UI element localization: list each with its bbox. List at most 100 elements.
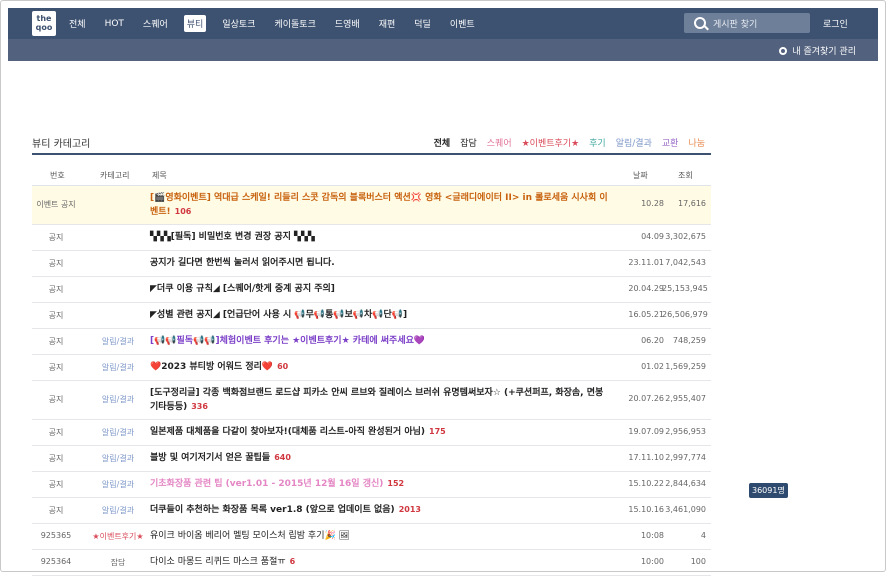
comment-count[interactable]: 640	[274, 453, 291, 462]
post-date: 20.04.29	[628, 283, 664, 293]
login-link[interactable]: 로그인	[823, 17, 848, 30]
post-date: 16.05.21	[628, 309, 664, 319]
category-filter[interactable]: 후기	[589, 136, 606, 149]
row-category[interactable]: 잡담	[88, 557, 148, 568]
row-number: 공지	[48, 453, 64, 463]
nav-item[interactable]: 이벤트	[447, 15, 478, 32]
comment-count[interactable]: 175	[429, 427, 446, 436]
table-row[interactable]: 공지 ◤더쿠 이용 규칙◢ [스퀘어/핫게 중계 공지 주의] 20.04.29 25…	[32, 277, 711, 303]
post-title-link[interactable]: 유이크 바이옴 베리어 멜팅 모이스처 립밤 후기🎉 🖼	[150, 529, 614, 543]
comment-count[interactable]: 152	[387, 479, 404, 488]
post-title-link[interactable]: ◤성별 관련 공지◢ [언급단어 사용 시 📢무📢통📢보📢차📢단📢]	[150, 308, 614, 322]
nav-item[interactable]: 전체	[66, 15, 89, 32]
post-title-link[interactable]: ▚▚▚[필독] 비밀번호 변경 권장 공지 ▚▚▚	[150, 230, 614, 244]
row-category[interactable]: ★이벤트후기★	[88, 531, 148, 542]
nav-item[interactable]: 일상토크	[219, 15, 258, 32]
table-row[interactable]: 이벤트 공지 [🎬영화이벤트] 역대급 스케일! 리들리 스콧 감독의 블록버스터…	[32, 186, 711, 225]
table-row[interactable]: 공지 알림/결과 [도구정리글] 각종 백화점브랜드 로드샵 피카소 안씨 르브와 …	[32, 381, 711, 420]
post-title: 일본제품 대체품을 다같이 찾아보자!(대체품 리스트-아직 완성된거 아님)	[150, 427, 425, 437]
table-row[interactable]: 공지 알림/결과 블방 및 여기저기서 얻은 꿀팁들 640 17.11.10 2,997…	[32, 446, 711, 472]
category-filter[interactable]: ★이벤트후기★	[522, 136, 580, 149]
post-date: 17.11.10	[628, 452, 664, 462]
row-category[interactable]: 알림/결과	[88, 394, 148, 405]
online-count-badge: 36091명	[749, 483, 788, 498]
post-title-link[interactable]: 블방 및 여기저기서 얻은 꿀팁들 640	[150, 451, 614, 465]
row-number: 공지	[48, 232, 64, 242]
post-title-link[interactable]: 공지가 길다면 한번씩 눌러서 읽어주시면 됩니다.	[150, 256, 614, 270]
view-count: 2,956,953	[665, 426, 706, 436]
post-date: 15.10.16	[628, 504, 664, 514]
post-date: 10:08	[640, 530, 664, 540]
category-filter[interactable]: 교환	[662, 136, 679, 149]
view-count: 748,259	[672, 335, 706, 345]
view-count: 1,569,259	[665, 361, 706, 371]
logo-line1: the	[36, 14, 52, 23]
table-row[interactable]: 공지 ◤성별 관련 공지◢ [언급단어 사용 시 📢무📢통📢보📢차📢단📢] 16.0…	[32, 303, 711, 329]
post-title-link[interactable]: 기초화장품 관련 팁 (ver1.01 - 2015년 12월 16일 갱신) 1…	[150, 477, 614, 491]
row-category[interactable]: 알림/결과	[88, 453, 148, 464]
table-row[interactable]: 공지 알림/결과 기초화장품 관련 팁 (ver1.01 - 2015년 12월 1…	[32, 472, 711, 498]
category-filter[interactable]: 나눔	[688, 136, 705, 149]
nav-item[interactable]: 케이돌토크	[271, 15, 318, 32]
nav-item[interactable]: HOT	[102, 17, 127, 31]
table-row[interactable]: 925364 잡담 다이소 마몽드 리퀴드 마스크 품절ㅠ 6 10:00 100	[32, 550, 711, 576]
category-filter[interactable]: 알림/결과	[616, 136, 652, 149]
nav-item[interactable]: 드영배	[332, 15, 363, 32]
post-date: 20.07.26	[628, 394, 664, 403]
row-number: 공지	[48, 310, 64, 320]
row-category[interactable]: 알림/결과	[88, 427, 148, 438]
comment-count[interactable]: 106	[175, 207, 192, 216]
nav-item[interactable]: 스퀘어	[140, 15, 171, 32]
table-row[interactable]: 공지 알림/결과 일본제품 대체품을 다같이 찾아보자!(대체품 리스트-아직 완성…	[32, 420, 711, 446]
category-filter[interactable]: 전체	[434, 136, 451, 149]
table-row[interactable]: 공지 알림/결과 [📢📢필독📢📢]체험이벤트 후기는 ★이벤트후기★ 카테에 써주세…	[32, 329, 711, 355]
top-navbar: the qoo 전체 HOT 스퀘어 뷰티 일상토크 케이돌토크 드영배 재편 덕딜 이벤트 게시…	[8, 8, 878, 39]
board-search[interactable]: 게시판 찾기	[684, 13, 810, 33]
row-category[interactable]: 알림/결과	[88, 505, 148, 516]
post-title: 블방 및 여기저기서 얻은 꿀팁들	[150, 453, 271, 463]
favorites-manage-label: 내 즐겨찾기 관리	[792, 47, 856, 57]
post-title-link[interactable]: [도구정리글] 각종 백화점브랜드 로드샵 피카소 안씨 르브와 질레이스 브러…	[150, 386, 614, 414]
table-row[interactable]: 공지 알림/결과 ❤️2023 뷰티방 어워드 정리❤️ 60 01.02 1,569,2…	[32, 355, 711, 381]
category-filter[interactable]: 스퀘어	[487, 136, 512, 149]
row-number: 925365	[40, 530, 72, 540]
table-row[interactable]: 925365 ★이벤트후기★ 유이크 바이옴 베리어 멜팅 모이스처 립밤 후기🎉 …	[32, 524, 711, 550]
post-title-link[interactable]: 더쿠들이 추천하는 화장품 목록 ver1.8 (앞으로 업데이트 없음) 201…	[150, 503, 614, 517]
favorites-manage-button[interactable]: 내 즐겨찾기 관리	[779, 44, 856, 57]
nav-item[interactable]: 덕딜	[411, 15, 434, 32]
view-count: 2,997,774	[665, 452, 706, 462]
view-count: 100	[690, 556, 706, 566]
nav-item[interactable]: 뷰티	[183, 15, 207, 32]
row-category[interactable]: 알림/결과	[88, 479, 148, 490]
site-logo[interactable]: the qoo	[32, 11, 56, 36]
post-title-link[interactable]: 일본제품 대체품을 다같이 찾아보자!(대체품 리스트-아직 완성된거 아님) 1…	[150, 425, 614, 439]
post-title-link[interactable]: ◤더쿠 이용 규칙◢ [스퀘어/핫게 중계 공지 주의]	[150, 282, 614, 296]
col-views: 조회	[678, 171, 693, 180]
table-row[interactable]: 공지 공지가 길다면 한번씩 눌러서 읽어주시면 됩니다. 23.11.01 7,04…	[32, 251, 711, 277]
post-title: 기초화장품 관련 팁 (ver1.01 - 2015년 12월 16일 갱신)	[150, 479, 384, 489]
nav-item[interactable]: 재편	[376, 15, 399, 32]
row-category[interactable]: 알림/결과	[88, 362, 148, 373]
board-title: 뷰티 카테고리	[32, 139, 91, 150]
post-title-link[interactable]: 다이소 마몽드 리퀴드 마스크 품절ㅠ 6	[150, 555, 614, 569]
view-count: 2,844,634	[665, 478, 706, 488]
row-number: 이벤트 공지	[36, 200, 76, 209]
post-title-link[interactable]: [📢📢필독📢📢]체험이벤트 후기는 ★이벤트후기★ 카테에 써주세요💜	[150, 334, 614, 348]
comment-count[interactable]: 60	[277, 362, 288, 371]
comment-count[interactable]: 336	[191, 402, 208, 411]
comment-count[interactable]: 2013	[399, 505, 421, 514]
post-title: 더쿠들이 추천하는 화장품 목록 ver1.8 (앞으로 업데이트 없음)	[150, 505, 395, 515]
post-title: ❤️2023 뷰티방 어워드 정리❤️	[150, 362, 274, 372]
post-title: 다이소 마몽드 리퀴드 마스크 품절ㅠ	[150, 557, 286, 567]
post-date: 06.20	[641, 335, 664, 345]
table-row[interactable]: 공지 알림/결과 더쿠들이 추천하는 화장품 목록 ver1.8 (앞으로 업데이트…	[32, 498, 711, 524]
table-row[interactable]: 공지 ▚▚▚[필독] 비밀번호 변경 권장 공지 ▚▚▚ 04.09 3,302,67…	[32, 225, 711, 251]
search-input[interactable]: 게시판 찾기	[713, 17, 757, 30]
post-title-link[interactable]: [🎬영화이벤트] 역대급 스케일! 리들리 스콧 감독의 블록버스터 액션💢 영…	[150, 191, 614, 219]
row-category[interactable]: 알림/결과	[88, 336, 148, 347]
comment-count[interactable]: 6	[290, 557, 296, 566]
row-number: 공지	[48, 362, 64, 372]
category-filter[interactable]: 잡담	[460, 136, 477, 149]
column-headers: 번호 카테고리 제목 날짜 조회	[32, 155, 711, 186]
post-title-link[interactable]: ❤️2023 뷰티방 어워드 정리❤️ 60	[150, 360, 614, 374]
